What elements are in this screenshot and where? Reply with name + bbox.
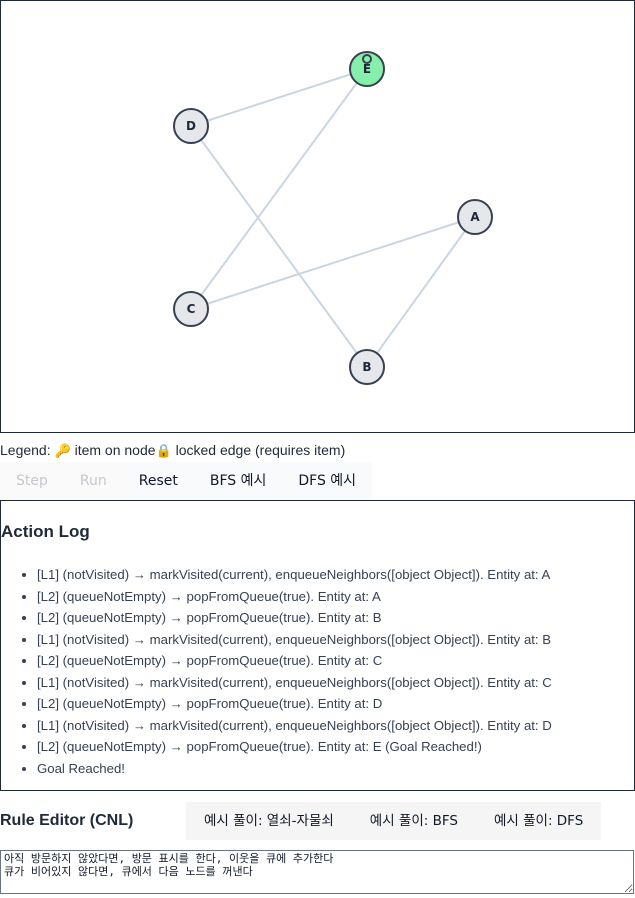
legend: Legend: 🔑 item on node🔒 locked edge (req… [0,442,345,459]
node-D[interactable]: D [173,108,209,144]
graph-canvas[interactable]: E D A C B [0,0,635,433]
edge-D-E [190,68,368,127]
controls-toolbar: Step Run Reset BFS 예시 DFS 예시 [0,462,373,500]
node-label: A [470,210,480,224]
dfs-example-button[interactable]: DFS 예시 [282,462,373,500]
log-entry: [L2] (queueNotEmpty) → popFromQueue(true… [37,693,552,715]
rule-editor-header: Rule Editor (CNL) 예시 풀이: 열쇠-자물쇠 예시 풀이: B… [0,800,635,842]
reset-button[interactable]: Reset [122,462,194,500]
edge-D-B [190,125,368,368]
node-label: D [186,119,196,133]
log-entry: [L2] (queueNotEmpty) → popFromQueue(true… [37,736,552,758]
log-entry: [L1] (notVisited) → markVisited(current)… [37,564,552,586]
node-A[interactable]: A [457,199,493,235]
legend-lock-text: locked edge (requires item) [175,442,346,458]
node-label: B [362,360,371,374]
action-log-title: Action Log [1,522,90,541]
log-entry: [L2] (queueNotEmpty) → popFromQueue(true… [37,650,552,672]
key-icon: 🔑 [54,444,71,459]
log-entry: Goal Reached! [37,758,552,780]
log-entry: [L2] (queueNotEmpty) → popFromQueue(true… [37,586,552,608]
edge-C-A [190,216,476,310]
graph-svg: E D A C B [173,51,493,385]
example-buttons: 예시 풀이: 열쇠-자물쇠 예시 풀이: BFS 예시 풀이: DFS [186,802,602,840]
run-button[interactable]: Run [63,462,123,500]
legend-prefix: Legend: [0,442,51,458]
example-bfs-button[interactable]: 예시 풀이: BFS [351,802,476,840]
log-entry: [L1] (notVisited) → markVisited(current)… [37,715,552,737]
node-E[interactable]: E [349,51,385,87]
node-C[interactable]: C [173,291,209,327]
edge-A-B [366,216,476,368]
example-dfs-button[interactable]: 예시 풀이: DFS [475,802,602,840]
log-entry: [L1] (notVisited) → markVisited(current)… [37,629,552,651]
edge-C-E [190,68,368,310]
bfs-example-button[interactable]: BFS 예시 [193,462,283,500]
log-entry: [L1] (notVisited) → markVisited(current)… [37,672,552,694]
example-key-item-button[interactable]: 예시 풀이: 열쇠-자물쇠 [186,802,352,840]
action-log-panel: Action Log [L1] (notVisited) → markVisit… [0,500,635,791]
item-marker-icon [362,54,372,64]
legend-item-text: item on node [74,442,156,458]
log-entry: [L2] (queueNotEmpty) → popFromQueue(true… [37,607,552,629]
rule-editor-title: Rule Editor (CNL) [0,812,134,829]
node-label: E [363,62,371,76]
rule-editor-textarea[interactable]: 아직 방문하지 않았다면, 방문 표시를 한다, 이웃을 큐에 추가한다 큐가 … [0,850,634,894]
lock-icon: 🔒 [155,444,172,459]
node-B[interactable]: B [349,349,385,385]
node-label: C [187,302,196,316]
action-log-list: [L1] (notVisited) → markVisited(current)… [1,564,552,779]
step-button[interactable]: Step [0,462,64,500]
